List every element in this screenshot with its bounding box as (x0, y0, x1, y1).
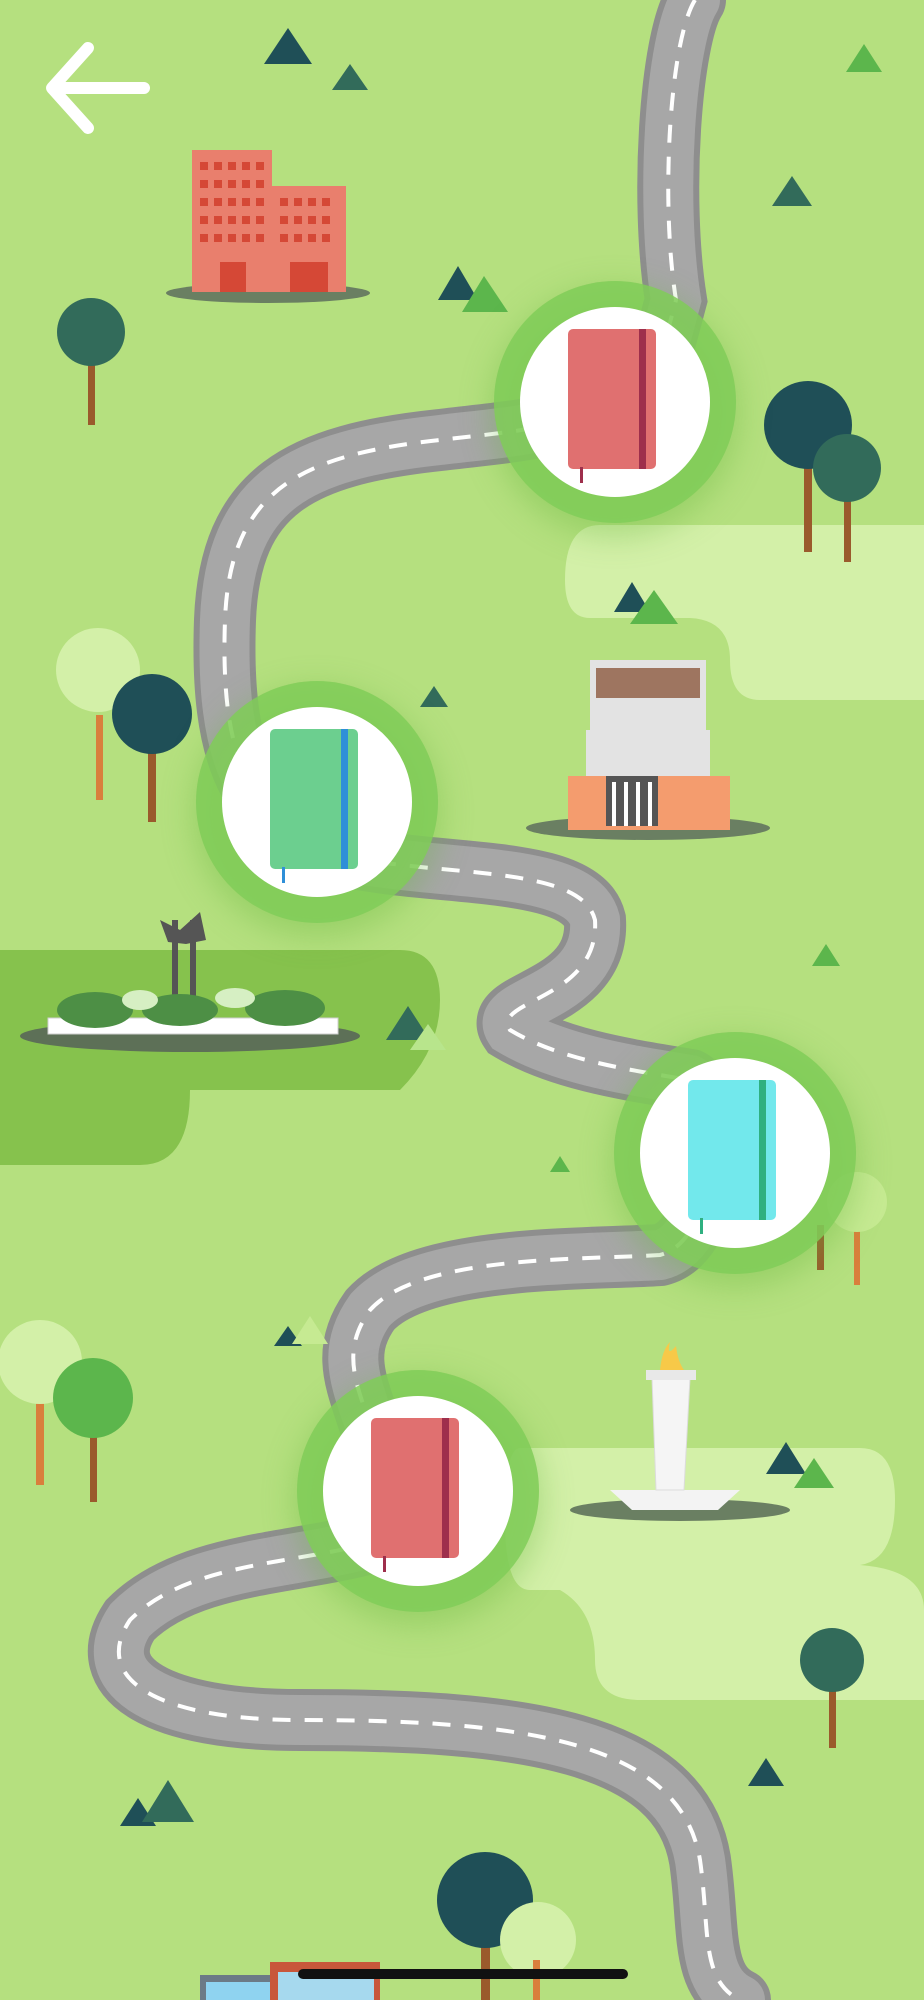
path-node-stage-2[interactable] (222, 707, 412, 897)
path-node-stage-1[interactable] (520, 307, 710, 497)
map-background (0, 0, 924, 2000)
notebook-icon (270, 729, 358, 883)
back-button[interactable] (44, 40, 164, 140)
home-indicator[interactable] (298, 1969, 628, 1979)
notebook-icon (688, 1080, 776, 1234)
map-scene (0, 0, 924, 2000)
path-node-stage-3[interactable] (640, 1058, 830, 1248)
notebook-icon (568, 329, 656, 483)
notebook-icon (371, 1418, 459, 1572)
path-node-stage-4[interactable] (323, 1396, 513, 1586)
arrow-left-icon (46, 42, 150, 134)
